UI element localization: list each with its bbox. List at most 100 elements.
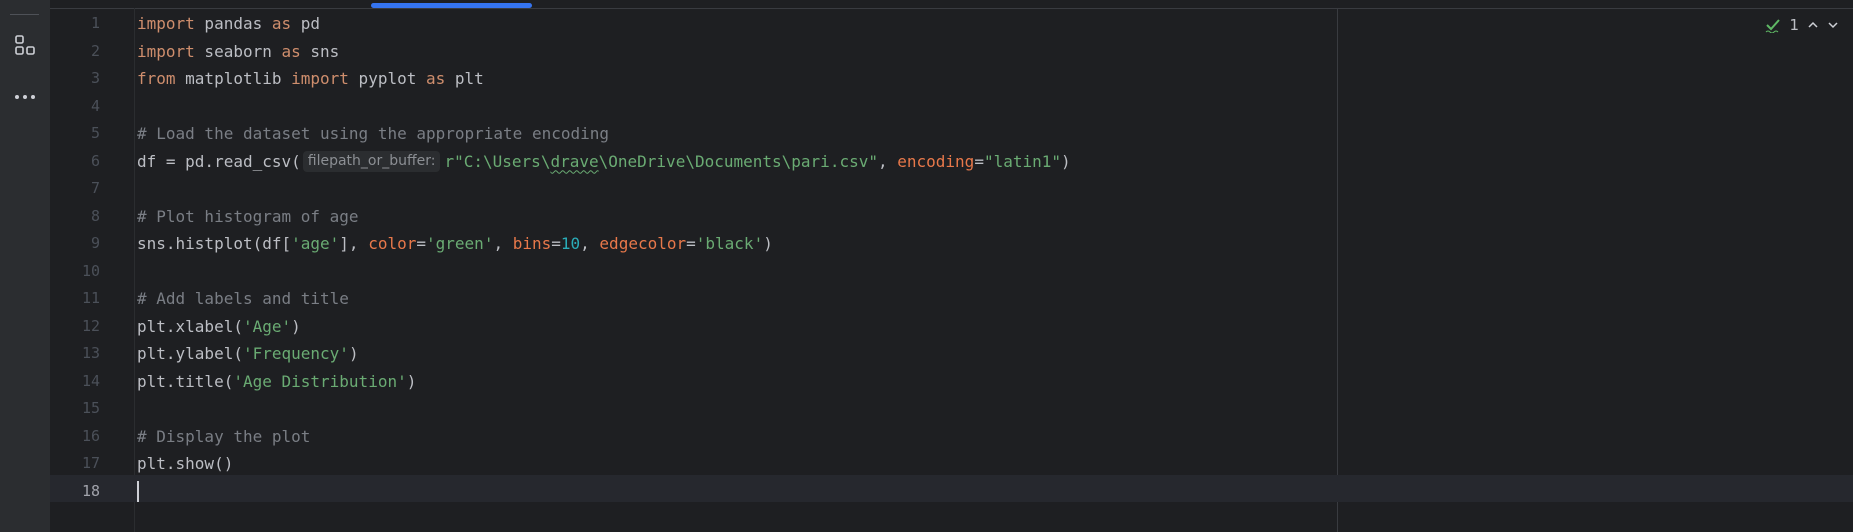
line-number[interactable]: 7 — [50, 175, 100, 202]
chevron-up-icon[interactable] — [1807, 19, 1819, 31]
line-number[interactable]: 8 — [50, 203, 100, 230]
code-token: = — [686, 234, 696, 253]
code-token: = — [551, 234, 561, 253]
code-line-content[interactable]: # Load the dataset using the appropriate… — [137, 120, 609, 147]
structure-button[interactable] — [10, 32, 40, 62]
line-number[interactable]: 10 — [50, 258, 100, 285]
line-number[interactable]: 13 — [50, 340, 100, 367]
code-token: ) — [406, 371, 417, 391]
code-token: ) — [763, 234, 773, 253]
more-tool-windows-button[interactable] — [10, 80, 40, 110]
code-line-content[interactable]: from matplotlib import pyplot as plt — [137, 65, 484, 92]
code-token: # Plot histogram of age — [137, 206, 359, 226]
line-number[interactable]: 12 — [50, 313, 100, 340]
horizontal-scrollbar[interactable] — [50, 0, 1853, 9]
code-token: 'green' — [426, 234, 494, 253]
line-number[interactable]: 5 — [50, 120, 100, 147]
code-line[interactable]: 12 plt.xlabel('Age') — [50, 313, 1853, 340]
code-token: plt.xlabel( — [137, 316, 243, 336]
code-token: df = pd.read_csv( — [137, 151, 301, 171]
code-token: 'Age' — [242, 316, 292, 336]
code-line[interactable]: 14 plt.title('Age Distribution') — [50, 368, 1853, 395]
ide-window: 1 import pandas as pd 2 import seaborn as s… — [0, 0, 1853, 532]
code-line-content[interactable]: sns.histplot(df['age'], color ='green', b… — [137, 230, 773, 257]
code-line-content[interactable]: # Plot histogram of age — [137, 203, 359, 230]
code-token: # Load the dataset using the appropriate… — [137, 124, 610, 143]
weak-warning-check-icon[interactable] — [1765, 17, 1781, 33]
code-line[interactable]: 4 — [50, 93, 1853, 120]
code-line-content[interactable]: import seaborn as sns — [137, 38, 339, 65]
code-line[interactable]: 3 from matplotlib import pyplot as plt — [50, 65, 1853, 92]
code-line-content[interactable] — [137, 478, 139, 505]
code-line[interactable]: 17 plt.show() — [50, 450, 1853, 477]
code-token: sns — [300, 41, 340, 61]
code-token: as — [425, 69, 446, 88]
chevron-down-icon[interactable] — [1827, 19, 1839, 31]
code-token: # Add labels and title — [137, 289, 349, 308]
code-line[interactable]: 18 — [50, 478, 1853, 505]
left-tool-strip — [0, 0, 51, 532]
code-token: 10 — [560, 234, 581, 253]
tool-strip-separator — [10, 14, 39, 15]
code-line-content[interactable]: # Display the plot — [137, 423, 310, 450]
code-token: plt.show() — [137, 454, 234, 473]
code-line-content[interactable]: plt.title('Age Distribution') — [137, 368, 416, 395]
code-token: , — [580, 234, 600, 253]
line-number[interactable]: 15 — [50, 395, 100, 422]
code-token: plt.ylabel( — [137, 344, 243, 363]
line-number[interactable]: 18 — [50, 478, 100, 505]
code-token: sns.histplot(df[ — [137, 234, 292, 253]
code-token: ], — [339, 234, 369, 253]
text-caret — [137, 480, 139, 502]
line-number[interactable]: 11 — [50, 285, 100, 312]
line-number[interactable]: 1 — [50, 10, 100, 37]
code-token: ) — [291, 316, 301, 336]
code-token: import — [137, 14, 195, 33]
code-line[interactable]: 15 — [50, 395, 1853, 422]
code-line[interactable]: 2 import seaborn as sns — [50, 38, 1853, 65]
line-number[interactable]: 16 — [50, 423, 100, 450]
structure-icon — [14, 34, 36, 60]
code-token: 'Age Distribution' — [233, 371, 407, 391]
code-line-content[interactable]: plt.show() — [137, 450, 233, 477]
code-line-content[interactable]: # Add labels and title — [137, 285, 349, 312]
code-line[interactable]: 16 # Display the plot — [50, 423, 1853, 450]
code-line[interactable]: 9 sns.histplot(df['age'], color ='green', … — [50, 230, 1853, 257]
code-line-content[interactable]: plt.xlabel('Age') — [137, 313, 301, 340]
code-line[interactable]: 6 df = pd.read_csv(filepath_or_buffer: r"C… — [50, 148, 1853, 175]
code-line-content[interactable]: import pandas as pd — [137, 10, 320, 37]
code-line[interactable]: 8 # Plot histogram of age — [50, 203, 1853, 230]
code-token: # Display the plot — [137, 426, 311, 446]
code-line[interactable]: 5 # Load the dataset using the appropriat… — [50, 120, 1853, 147]
code-token: ) — [1061, 151, 1071, 171]
line-number[interactable]: 14 — [50, 368, 100, 395]
line-number[interactable]: 4 — [50, 93, 100, 120]
code-line[interactable]: 11 # Add labels and title — [50, 285, 1853, 312]
inspection-widget[interactable]: 1 — [1765, 14, 1839, 36]
line-number[interactable]: 2 — [50, 38, 100, 65]
code-line-content[interactable]: plt.ylabel('Frequency') — [137, 340, 359, 367]
horizontal-scroll-thumb[interactable] — [371, 3, 532, 8]
code-line[interactable]: 13 plt.ylabel('Frequency') — [50, 340, 1853, 367]
line-number[interactable]: 9 — [50, 230, 100, 257]
code-token: matplotlib — [175, 69, 292, 88]
code-line[interactable]: 7 — [50, 175, 1853, 202]
code-token: color — [368, 234, 417, 253]
more-options-icon — [13, 86, 37, 105]
line-number[interactable]: 6 — [50, 148, 100, 175]
code-line-content[interactable]: df = pd.read_csv(filepath_or_buffer: r"C:… — [137, 148, 1071, 175]
code-token: pandas — [194, 14, 272, 33]
code-token: plt — [445, 69, 484, 88]
code-token: drave — [550, 151, 599, 171]
inspection-count: 1 — [1789, 16, 1799, 34]
code-line[interactable]: 10 — [50, 258, 1853, 285]
line-number[interactable]: 17 — [50, 450, 100, 477]
code-token: 'age' — [291, 234, 340, 253]
line-number[interactable]: 3 — [50, 65, 100, 92]
code-token: r"C:\Users\ — [444, 151, 551, 171]
code-token: , — [493, 234, 513, 253]
code-token: from — [137, 69, 176, 88]
code-line[interactable]: 1 import pandas as pd — [50, 10, 1853, 37]
parameter-hint: filepath_or_buffer: — [302, 150, 441, 172]
code-token: import — [291, 69, 349, 88]
